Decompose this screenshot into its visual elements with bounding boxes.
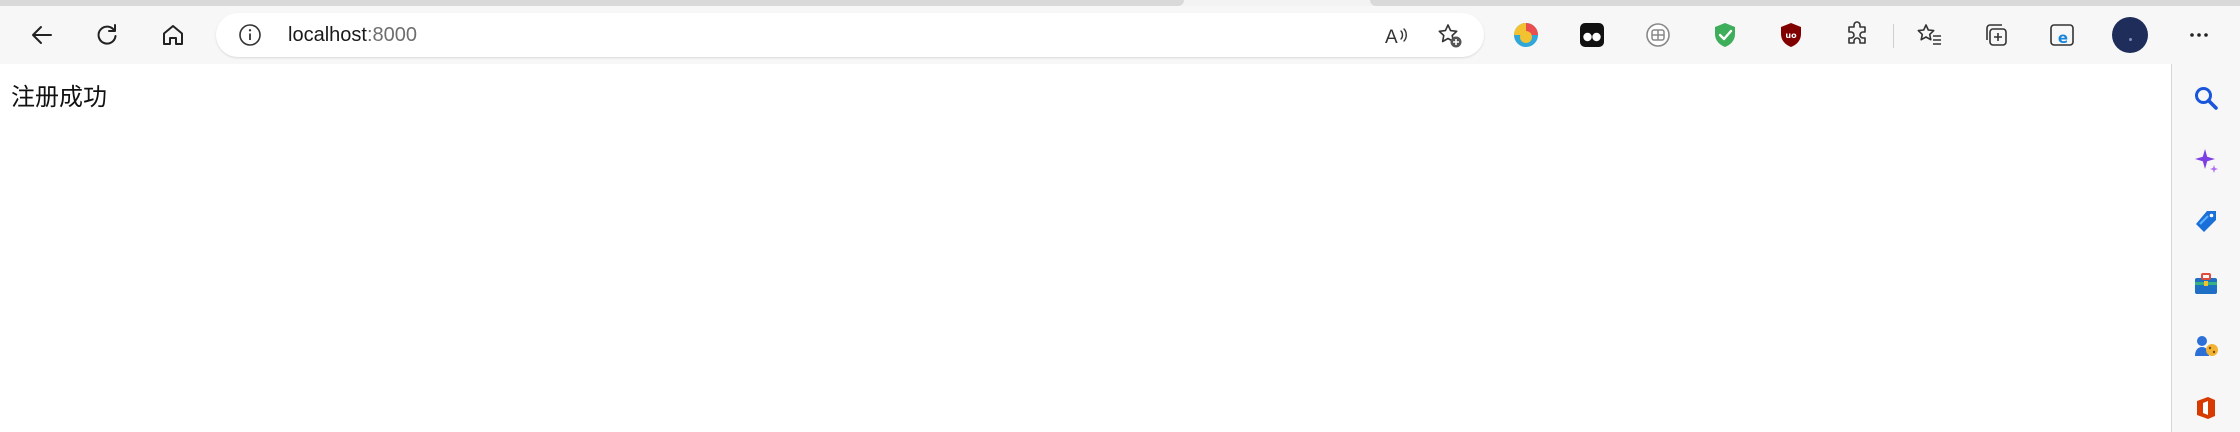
svg-text:A: A: [1385, 27, 1398, 48]
address-bar[interactable]: localhost:8000 A: [216, 13, 1484, 57]
favorites-icon[interactable]: [1914, 20, 1944, 50]
read-aloud-icon[interactable]: A: [1382, 22, 1410, 50]
toolbar-separator: [1893, 24, 1894, 48]
ie-mode-icon[interactable]: e: [2047, 20, 2077, 50]
tampermonkey-extension-icon[interactable]: [1577, 20, 1607, 50]
page-content: 注册成功: [0, 64, 2172, 432]
browser-window: localhost:8000 A uo e 注册成功: [0, 0, 2240, 432]
profile-avatar[interactable]: [2112, 17, 2148, 53]
more-horizontal-icon[interactable]: [2184, 20, 2214, 50]
tools-briefcase-icon[interactable]: [2190, 268, 2222, 300]
home-icon: [160, 22, 186, 48]
refresh-icon: [94, 22, 120, 48]
copilot-sparkle-icon[interactable]: [2190, 144, 2222, 176]
info-icon[interactable]: [238, 23, 262, 47]
svg-text:e: e: [2058, 29, 2068, 47]
svg-text:uo: uo: [1785, 31, 1797, 40]
colorful-ball-extension-icon[interactable]: [1511, 20, 1541, 50]
green-shield-extension-icon[interactable]: [1710, 20, 1740, 50]
gray-circle-extension-icon[interactable]: [1643, 20, 1673, 50]
url-port: :8000: [366, 24, 417, 46]
search-icon[interactable]: [2190, 82, 2222, 114]
shopping-tag-icon[interactable]: [2190, 206, 2222, 238]
office-icon[interactable]: [2190, 392, 2222, 424]
extensions-puzzle-icon[interactable]: [1842, 20, 1872, 50]
refresh-button[interactable]: [87, 15, 127, 55]
games-icon[interactable]: [2190, 330, 2222, 362]
home-button[interactable]: [153, 15, 193, 55]
back-button[interactable]: [22, 15, 62, 55]
back-arrow-icon: [29, 22, 55, 48]
success-message: 注册成功: [11, 83, 107, 111]
browser-toolbar: localhost:8000 A uo e: [0, 6, 2240, 70]
add-favorite-icon[interactable]: [1436, 22, 1464, 50]
collections-icon[interactable]: [1981, 20, 2011, 50]
ublock-origin-extension-icon[interactable]: uo: [1776, 20, 1806, 50]
url-text[interactable]: localhost:8000: [288, 24, 417, 47]
url-host: localhost: [288, 24, 367, 46]
edge-sidebar: [2172, 64, 2240, 432]
